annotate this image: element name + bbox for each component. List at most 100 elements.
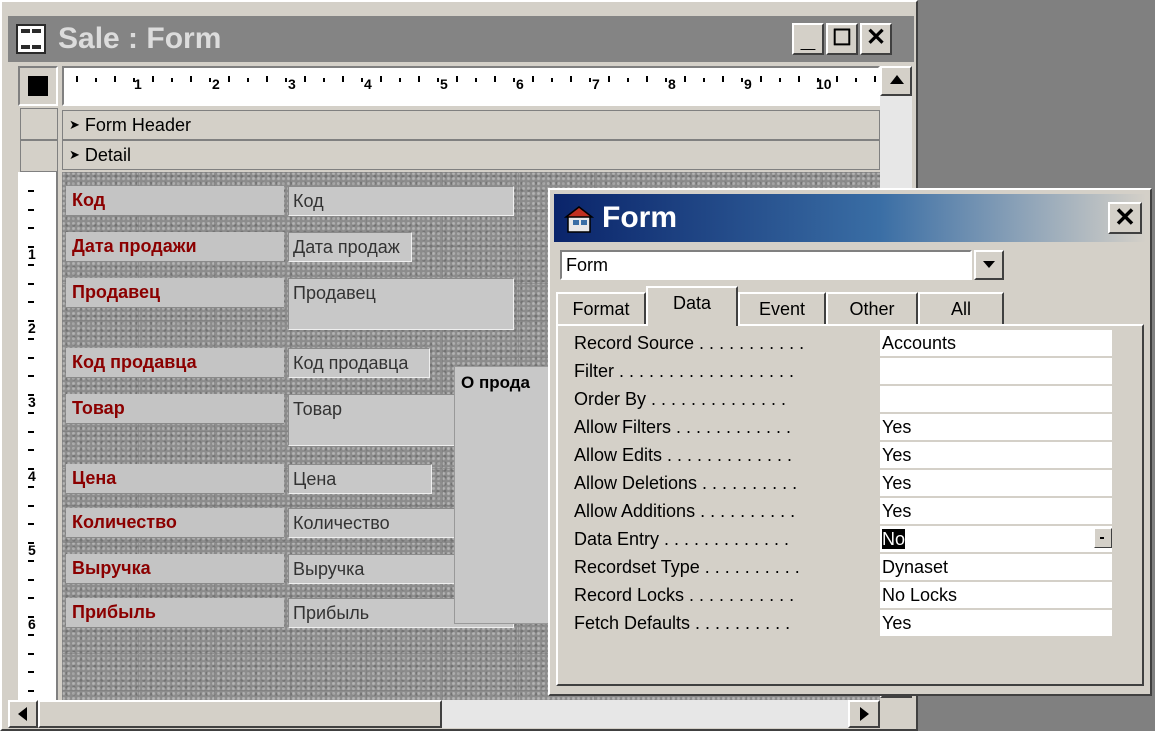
maximize-button[interactable]: ☐ (826, 23, 858, 55)
property-value[interactable]: Yes (880, 498, 1112, 524)
field-label[interactable]: Цена (66, 464, 284, 494)
ruler-tick (28, 504, 34, 507)
tab-event[interactable]: Event (738, 292, 826, 324)
ruler-tick (152, 76, 154, 82)
field-control[interactable]: Продавец (288, 278, 514, 330)
ruler-number: 2 (28, 320, 36, 336)
property-value-field[interactable]: No (880, 526, 1112, 552)
property-row[interactable]: Order By . . . . . . . . . . . . . . (574, 386, 1112, 414)
form-header-bar[interactable]: ➤ Form Header (62, 110, 880, 140)
detail-selector[interactable] (20, 140, 58, 172)
tab-data[interactable]: Data (646, 286, 738, 326)
property-row[interactable]: Recordset Type . . . . . . . . . . Dynas… (574, 554, 1112, 582)
property-value[interactable]: Accounts (880, 330, 1112, 356)
scroll-left-button[interactable] (8, 700, 38, 728)
field-label[interactable]: Выручка (66, 554, 284, 584)
ruler-tick (114, 76, 116, 82)
field-label[interactable]: Код продавца (66, 348, 284, 378)
close-button[interactable]: ✕ (860, 23, 892, 55)
field-label[interactable]: Товар (66, 394, 284, 424)
ruler-tick (874, 76, 876, 82)
property-row[interactable]: Allow Edits . . . . . . . . . . . . . Ye… (574, 442, 1112, 470)
property-sheet-title-bar[interactable]: Form ✕ (554, 194, 1146, 242)
ruler-number: 4 (28, 468, 36, 484)
ruler-tick (855, 78, 857, 82)
property-row[interactable]: Allow Additions . . . . . . . . . . Yes (574, 498, 1112, 526)
property-name: Record Source . . . . . . . . . . . (574, 333, 805, 353)
property-value[interactable]: No Locks (880, 582, 1112, 608)
scroll-right-button[interactable] (848, 700, 880, 728)
property-value[interactable]: Yes (880, 414, 1112, 440)
section-arrow-icon: ➤ (69, 117, 80, 132)
detail-bar[interactable]: ➤ Detail (62, 140, 880, 170)
ruler-tick (28, 560, 34, 562)
ruler-tick (28, 208, 34, 211)
form-header-selector[interactable] (20, 108, 58, 140)
property-name: Allow Filters . . . . . . . . . . . . (574, 417, 792, 437)
property-dropdown-button[interactable] (1094, 528, 1112, 548)
property-row[interactable]: Fetch Defaults . . . . . . . . . . Yes (574, 610, 1112, 638)
form-icon (16, 24, 46, 54)
object-selector[interactable]: Form (560, 250, 972, 280)
form-selector[interactable] (18, 66, 58, 106)
property-value[interactable] (880, 386, 1112, 412)
horizontal-scrollbar-track[interactable] (442, 700, 848, 728)
property-sheet-close-button[interactable]: ✕ (1108, 202, 1142, 234)
property-name: Fetch Defaults . . . . . . . . . . (574, 613, 791, 633)
ruler-tick (28, 689, 34, 692)
property-name: Order By . . . . . . . . . . . . . . (574, 389, 787, 409)
field-label[interactable]: Продавец (66, 278, 284, 308)
ruler-tick (190, 76, 192, 82)
horizontal-ruler[interactable]: 1 2 3 4 5 6 7 8 9 10 (62, 66, 880, 106)
ruler-number: 3 (288, 76, 296, 92)
ruler-tick (28, 634, 34, 636)
ruler-tick (28, 356, 34, 359)
property-row[interactable]: Data Entry . . . . . . . . . . . . . No (574, 526, 1112, 554)
ruler-tick (494, 76, 496, 82)
property-name: Allow Deletions . . . . . . . . . . (574, 473, 798, 493)
ruler-number: 7 (592, 76, 600, 92)
vertical-ruler[interactable]: 1 2 3 4 5 6 (18, 172, 58, 702)
field-label[interactable]: Дата продажи (66, 232, 284, 262)
property-row[interactable]: Record Source . . . . . . . . . . . Acco… (574, 330, 1112, 358)
ruler-tick (28, 671, 34, 673)
property-row[interactable]: Record Locks . . . . . . . . . . . No Lo… (574, 582, 1112, 610)
property-row[interactable]: Allow Deletions . . . . . . . . . . Yes (574, 470, 1112, 498)
field-control[interactable]: Цена (288, 464, 432, 494)
ruler-number: 5 (28, 542, 36, 558)
property-name: Record Locks . . . . . . . . . . . (574, 585, 795, 605)
ruler-tick (646, 76, 648, 82)
horizontal-scroll-thumb[interactable] (38, 700, 442, 728)
field-label[interactable]: Прибыль (66, 598, 284, 628)
ruler-tick (380, 76, 382, 82)
minimize-button[interactable]: _ (792, 23, 824, 55)
ruler-tick (456, 76, 458, 82)
ruler-number: 8 (668, 76, 676, 92)
chevron-down-icon[interactable] (974, 250, 1004, 280)
scroll-up-button[interactable] (880, 66, 912, 96)
tab-format[interactable]: Format (556, 292, 646, 324)
ruler-tick (133, 78, 135, 82)
property-value[interactable]: Yes (880, 610, 1112, 636)
ruler-tick (28, 319, 34, 322)
property-value[interactable]: Yes (880, 470, 1112, 496)
property-value[interactable]: No (882, 529, 906, 549)
field-label[interactable]: Код (66, 186, 284, 216)
tab-other[interactable]: Other (826, 292, 918, 324)
property-name: Filter . . . . . . . . . . . . . . . . .… (574, 361, 795, 381)
property-value[interactable] (880, 358, 1112, 384)
property-row[interactable]: Filter . . . . . . . . . . . . . . . . .… (574, 358, 1112, 386)
property-value[interactable]: Dynaset (880, 554, 1112, 580)
ruler-tick (28, 597, 34, 599)
ruler-number: 1 (28, 246, 36, 262)
tab-all[interactable]: All (918, 292, 1004, 324)
field-control[interactable]: Код (288, 186, 514, 216)
ruler-tick (28, 523, 34, 525)
field-control[interactable]: Код продавца (288, 348, 430, 378)
property-value[interactable]: Yes (880, 442, 1112, 468)
title-bar[interactable]: Sale : Form _ ☐ ✕ (8, 16, 914, 62)
field-label[interactable]: Количество (66, 508, 284, 538)
ruler-tick (684, 76, 686, 82)
field-control[interactable]: Дата продаж (288, 232, 412, 262)
property-row[interactable]: Allow Filters . . . . . . . . . . . . Ye… (574, 414, 1112, 442)
